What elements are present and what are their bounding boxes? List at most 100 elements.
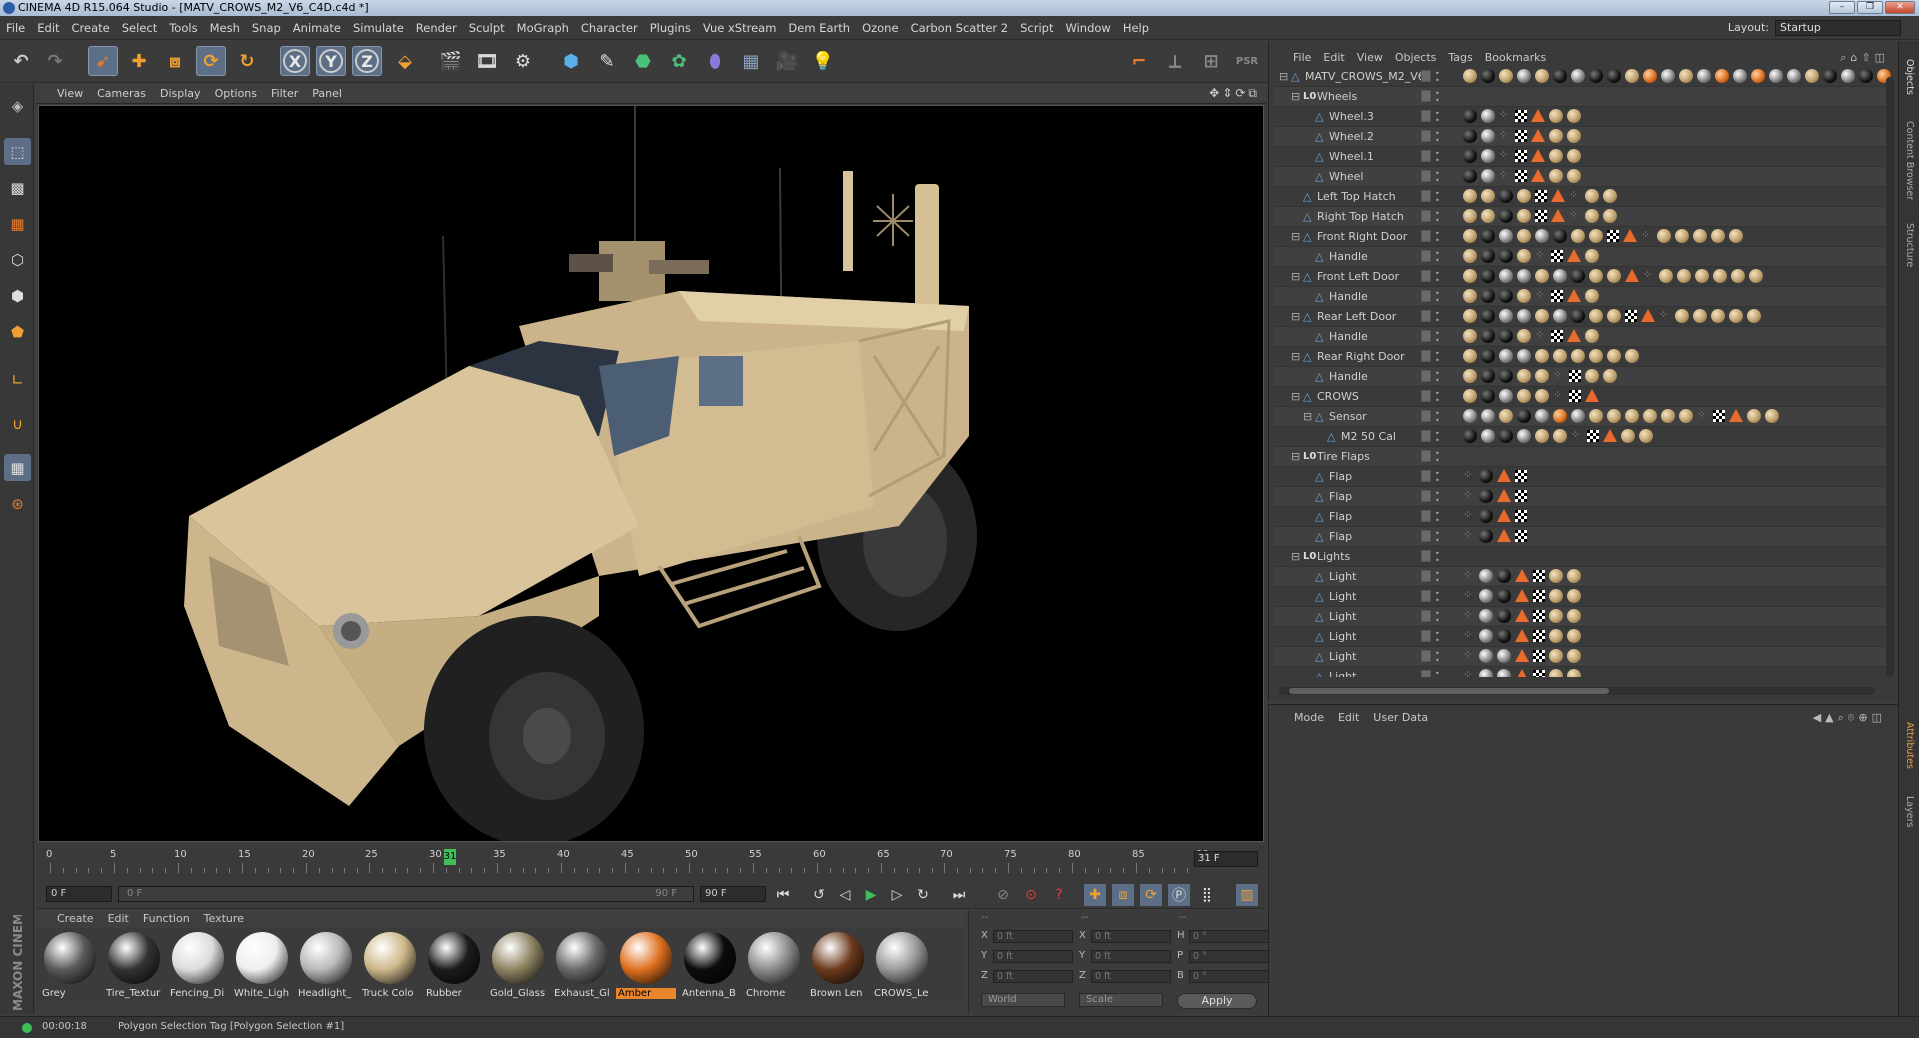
material-tag-icon[interactable] bbox=[1589, 349, 1603, 363]
material-tag-icon[interactable] bbox=[1567, 569, 1581, 583]
goto-end-icon[interactable]: ⏭ bbox=[948, 884, 970, 906]
object-row[interactable]: △ Wheel.1 • • ⁘ bbox=[1273, 147, 1889, 167]
side-tab-structure[interactable]: Structure bbox=[1901, 215, 1918, 275]
material-tag-icon[interactable] bbox=[1585, 369, 1599, 383]
material-tag-icon[interactable] bbox=[1607, 409, 1621, 423]
timeline-playhead[interactable]: 31 bbox=[443, 849, 456, 865]
material-tag-icon[interactable] bbox=[1481, 129, 1495, 143]
object-name[interactable]: Wheel.3 bbox=[1329, 107, 1374, 127]
y-axis-lock-icon[interactable]: Y bbox=[316, 46, 346, 76]
object-name[interactable]: Rear Right Door bbox=[1317, 347, 1405, 367]
uvw-tag-icon[interactable] bbox=[1533, 610, 1545, 622]
phong-tag-icon[interactable]: ⁘ bbox=[1569, 209, 1581, 221]
object-name[interactable]: Wheel.1 bbox=[1329, 147, 1374, 167]
material-tag-icon[interactable] bbox=[1499, 269, 1513, 283]
uvw-tag-icon[interactable] bbox=[1551, 330, 1563, 342]
uvw-tag-icon[interactable] bbox=[1587, 430, 1599, 442]
coordinate-system-icon[interactable]: ⬙ bbox=[390, 46, 420, 76]
model-mode-icon[interactable]: ⬚ bbox=[4, 138, 31, 165]
uvw-tag-icon[interactable] bbox=[1607, 230, 1619, 242]
object-tree-vscroll[interactable] bbox=[1886, 77, 1894, 677]
material-tag-icon[interactable] bbox=[1517, 229, 1531, 243]
material-tag-icon[interactable] bbox=[1675, 229, 1689, 243]
material-tag-icon[interactable] bbox=[1571, 269, 1585, 283]
material-tag-icon[interactable] bbox=[1535, 409, 1549, 423]
material-tag-icon[interactable] bbox=[1535, 69, 1549, 83]
phong-tag-icon[interactable]: ⁘ bbox=[1499, 149, 1511, 161]
visibility-toggle[interactable] bbox=[1421, 610, 1431, 622]
material-tag-icon[interactable] bbox=[1497, 669, 1511, 677]
visibility-toggle[interactable] bbox=[1421, 210, 1431, 222]
3d-viewport[interactable] bbox=[38, 105, 1264, 842]
material-tag-icon[interactable] bbox=[1481, 429, 1495, 443]
material-tag-icon[interactable] bbox=[1463, 269, 1477, 283]
deformer-icon[interactable]: ⬮ bbox=[700, 46, 730, 76]
object-name[interactable]: Lights bbox=[1317, 547, 1350, 567]
previous-key-icon[interactable]: ↺ bbox=[808, 884, 830, 906]
maximize-button[interactable]: ❐ bbox=[1857, 1, 1883, 14]
material-menu-texture[interactable]: Texture bbox=[197, 910, 251, 928]
attributes-menu-user-data[interactable]: User Data bbox=[1366, 705, 1435, 731]
material-tag-icon[interactable] bbox=[1589, 269, 1603, 283]
redo-icon[interactable]: ↷ bbox=[40, 46, 70, 76]
material-tag-icon[interactable] bbox=[1499, 229, 1513, 243]
visibility-toggle[interactable] bbox=[1421, 450, 1431, 462]
attributes-menu-edit[interactable]: Edit bbox=[1331, 705, 1366, 731]
material-tag-icon[interactable] bbox=[1517, 429, 1531, 443]
material-tag-icon[interactable] bbox=[1517, 409, 1531, 423]
material-tag-icon[interactable] bbox=[1549, 169, 1563, 183]
array-icon[interactable]: ✿ bbox=[664, 46, 694, 76]
object-row[interactable]: ⊟ △ Front Left Door • • ⁘ bbox=[1273, 267, 1889, 287]
material-tag-icon[interactable] bbox=[1481, 149, 1495, 163]
previous-frame-icon[interactable]: ◁ bbox=[834, 884, 856, 906]
object-row[interactable]: △ Wheel.2 • • ⁘ bbox=[1273, 127, 1889, 147]
polygon-selection-tag-icon[interactable] bbox=[1497, 529, 1511, 542]
visibility-toggle[interactable] bbox=[1421, 170, 1431, 182]
material-tag-icon[interactable] bbox=[1499, 369, 1513, 383]
material-tag-icon[interactable] bbox=[1589, 309, 1603, 323]
material-tag-icon[interactable] bbox=[1625, 349, 1639, 363]
visibility-toggle[interactable] bbox=[1421, 430, 1431, 442]
material-tag-icon[interactable] bbox=[1553, 269, 1567, 283]
editor-render-dots[interactable]: • • bbox=[1435, 570, 1441, 585]
material-tag-icon[interactable] bbox=[1481, 289, 1495, 303]
viewport-menu-filter[interactable]: Filter bbox=[264, 84, 305, 104]
material-tag-icon[interactable] bbox=[1463, 409, 1477, 423]
keyframe-help-icon[interactable]: ? bbox=[1048, 884, 1070, 906]
subdivision-surface-icon[interactable]: ⬣ bbox=[628, 46, 658, 76]
visibility-toggle[interactable] bbox=[1421, 510, 1431, 522]
material-swatch[interactable]: Tire_Textur bbox=[104, 930, 164, 1002]
points-mode-icon[interactable]: ⬡ bbox=[4, 246, 31, 273]
material-tag-icon[interactable] bbox=[1497, 609, 1511, 623]
psr-icon[interactable]: PSR bbox=[1232, 46, 1262, 76]
phong-tag-icon[interactable]: ⁘ bbox=[1641, 229, 1653, 241]
polygon-selection-tag-icon[interactable] bbox=[1551, 189, 1565, 202]
editor-render-dots[interactable]: • • bbox=[1435, 530, 1441, 545]
expand-toggle-icon[interactable]: ⊟ bbox=[1291, 231, 1303, 243]
object-name[interactable]: Light bbox=[1329, 647, 1356, 667]
object-row[interactable]: △ Wheel • • ⁘ bbox=[1273, 167, 1889, 187]
coord-field[interactable]: H 0 ° bbox=[1177, 930, 1272, 944]
material-menu-create[interactable]: Create bbox=[50, 910, 101, 928]
material-swatch[interactable]: White_Ligh bbox=[232, 930, 292, 1002]
material-tag-icon[interactable] bbox=[1499, 249, 1513, 263]
spline-pen-icon[interactable]: ✎ bbox=[592, 46, 622, 76]
material-tag-icon[interactable] bbox=[1729, 229, 1743, 243]
minimize-button[interactable]: – bbox=[1829, 1, 1855, 14]
visibility-toggle[interactable] bbox=[1421, 310, 1431, 322]
material-tag-icon[interactable] bbox=[1571, 309, 1585, 323]
viewport-menu-panel[interactable]: Panel bbox=[305, 84, 349, 104]
object-manager-search-icon[interactable]: ⌕⌂⇧◫ bbox=[1840, 49, 1889, 67]
workplane-lock-icon[interactable]: ▦ bbox=[4, 454, 31, 481]
material-tag-icon[interactable] bbox=[1481, 329, 1495, 343]
material-tag-icon[interactable] bbox=[1463, 289, 1477, 303]
object-row[interactable]: △ Flap • • ⁘ bbox=[1273, 527, 1889, 547]
material-tag-icon[interactable] bbox=[1499, 349, 1513, 363]
material-tag-icon[interactable] bbox=[1585, 209, 1599, 223]
phong-tag-icon[interactable]: ⁘ bbox=[1697, 409, 1709, 421]
editor-render-dots[interactable]: • • bbox=[1435, 450, 1441, 465]
scale-icon[interactable]: ⧈ bbox=[160, 46, 190, 76]
material-tag-icon[interactable] bbox=[1517, 269, 1531, 283]
material-tag-icon[interactable] bbox=[1657, 229, 1671, 243]
material-tag-icon[interactable] bbox=[1749, 269, 1763, 283]
